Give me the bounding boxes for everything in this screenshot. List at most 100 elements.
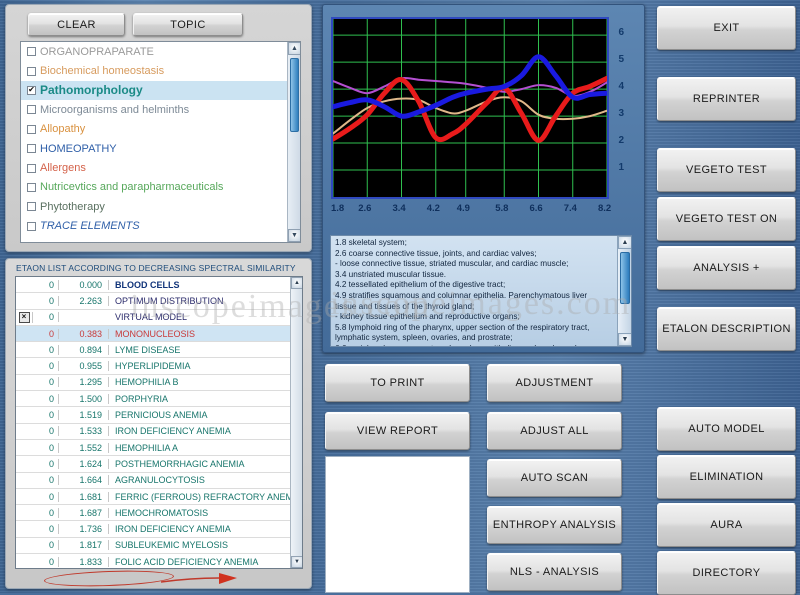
topic-item-label: Biochemical homeostasis (40, 65, 165, 78)
adjust-all-button[interactable]: ADJUST ALL (487, 412, 622, 450)
table-row[interactable]: 0 1.681 FERRIC (FERROUS) REFRACTORY ANEMIA (16, 489, 302, 506)
topic-item-1[interactable]: Biochemical homeostasis (21, 61, 300, 80)
etalon-list-title: ETAON LIST ACCORDING TO DECREASING SPECT… (16, 263, 296, 273)
clear-button[interactable]: CLEAR (28, 13, 125, 36)
legend-scrollbar[interactable]: ▲ ▼ (617, 236, 631, 346)
row-similarity-value: 1.295 (59, 377, 109, 388)
table-row[interactable]: 0 1.500 PORPHYRIA (16, 391, 302, 408)
table-row[interactable]: 0 1.833 FOLIC ACID DEFICIENCY ANEMIA (16, 554, 302, 568)
table-row[interactable]: 0 1.817 SUBLEUKEMIC MYELOSIS (16, 538, 302, 555)
scroll-down-icon[interactable]: ▼ (618, 333, 631, 346)
aura-button[interactable]: AURA (657, 503, 796, 547)
elimination-button[interactable]: ELIMINATION (657, 455, 796, 499)
row-marker[interactable]: × (16, 311, 33, 323)
legend-line-4: 4.2 tessellated epithelium of the digest… (335, 280, 506, 290)
close-icon[interactable]: × (18, 311, 30, 323)
topic-checkbox[interactable]: ✔ (27, 85, 36, 95)
topic-checkbox[interactable] (27, 47, 36, 57)
vegeto-test-on-button[interactable]: VEGETO TEST ON (657, 197, 796, 241)
topic-item-2[interactable]: ✔ Pathomorphology (21, 80, 300, 101)
enthropy-analysis-button[interactable]: ENTHROPY ANALYSIS (487, 506, 622, 544)
directory-button[interactable]: DIRECTORY (657, 551, 796, 595)
table-row[interactable]: 0 0.000 BLOOD CELLS (16, 277, 302, 294)
x-tick-label: 3.4 (392, 203, 406, 214)
topic-item-8[interactable]: Phytotherapy (21, 197, 300, 216)
row-etalon-name: SUBLEUKEMIC MYELOSIS (115, 540, 229, 551)
topic-item-4[interactable]: Allopathy (21, 120, 300, 139)
etalon-panel: ETAON LIST ACCORDING TO DECREASING SPECT… (5, 258, 312, 589)
topic-checkbox[interactable] (27, 202, 36, 212)
legend-line-0: 1.8 skeletal system; (335, 238, 407, 247)
auto-model-button[interactable]: AUTO MODEL (657, 407, 796, 451)
table-row[interactable]: 0 1.687 HEMOCHROMATOSIS (16, 505, 302, 522)
vegeto-test-button[interactable]: VEGETO TEST (657, 148, 796, 192)
table-row[interactable]: 0 1.295 HEMOPHILIA B (16, 375, 302, 392)
topic-item-label: ORGANOPRAPARATE (40, 45, 154, 58)
scroll-up-icon[interactable]: ▲ (288, 42, 300, 55)
topic-checkbox[interactable] (27, 182, 36, 192)
table-row[interactable]: 0 1.533 IRON DEFICIENCY ANEMIA (16, 424, 302, 440)
scroll-down-icon[interactable]: ▼ (291, 556, 302, 568)
table-row[interactable]: 0 1.519 PERNICIOUS ANEMIA (16, 407, 302, 424)
y-tick-label: 6 (618, 27, 624, 39)
topic-item-label: Allergens (40, 162, 86, 175)
table-row[interactable]: 0 1.552 HEMOPHILIA A (16, 440, 302, 457)
topic-list-scrollbar[interactable]: ▲ ▼ (287, 42, 300, 242)
topic-checkbox[interactable] (27, 144, 36, 154)
row-similarity-value: 1.833 (59, 556, 109, 567)
table-row[interactable]: 0 1.624 POSTHEMORRHAGIC ANEMIA (16, 456, 302, 473)
auto-scan-button[interactable]: AUTO SCAN (487, 459, 622, 497)
table-row[interactable]: 0 0.383 MONONUCLEOSIS (16, 325, 302, 343)
topic-item-9[interactable]: TRACE ELEMENTS (21, 217, 300, 236)
topic-checkbox[interactable] (27, 66, 36, 76)
topic-button[interactable]: TOPIC (133, 13, 243, 36)
legend-line-3: 3.4 unstriated muscular tissue. (335, 269, 447, 279)
scroll-up-icon[interactable]: ▲ (618, 236, 631, 249)
table-row[interactable]: 0 0.955 HYPERLIPIDEMIA (16, 358, 302, 375)
scroll-down-icon[interactable]: ▼ (288, 229, 300, 242)
row-index: 0 (33, 361, 59, 372)
row-similarity-value: 1.519 (59, 410, 109, 421)
row-etalon-name: OPTIMUM DISTRIBUTION (115, 295, 224, 306)
topic-checkbox[interactable] (27, 163, 36, 173)
adjustment-button[interactable]: ADJUSTMENT (487, 364, 622, 402)
row-etalon-name: VIRTUAL MODEL (115, 312, 188, 323)
exit-button[interactable]: EXIT (657, 6, 796, 50)
to-print-button[interactable]: TO PRINT (325, 364, 470, 402)
scroll-up-icon[interactable]: ▲ (291, 277, 302, 289)
topic-checkbox[interactable] (27, 124, 36, 134)
table-row[interactable]: 0 0.894 LYME DISEASE (16, 342, 302, 359)
row-index: 0 (33, 524, 59, 535)
view-report-button[interactable]: VIEW REPORT (325, 412, 470, 450)
row-similarity-value: 1.736 (59, 524, 109, 535)
legend-text-panel[interactable]: 1.8 skeletal system; 2.6 coarse connectiv… (330, 235, 632, 347)
topic-checkbox[interactable] (27, 221, 36, 231)
nls-analysis-button[interactable]: NLS - ANALYSIS (487, 553, 622, 591)
row-similarity-value: 1.817 (59, 540, 109, 551)
topic-item-6[interactable]: Allergens (21, 158, 300, 177)
x-tick-label: 7.4 (563, 203, 577, 214)
row-etalon-name: AGRANULOCYTOSIS (115, 475, 205, 486)
topic-checkbox[interactable] (27, 105, 36, 115)
y-tick-label: 1 (618, 162, 624, 174)
analysis-plus-button[interactable]: ANALYSIS + (657, 246, 796, 290)
topic-item-3[interactable]: Microorganisms and helminths (21, 100, 300, 119)
row-similarity-value: 1.552 (59, 442, 109, 453)
row-similarity-value: 1.664 (59, 475, 109, 486)
topic-item-0[interactable]: ORGANOPRAPARATE (21, 42, 300, 61)
scrollbar-thumb[interactable] (620, 252, 630, 304)
topic-item-7[interactable]: Nutricevtics and parapharmaceuticals (21, 178, 300, 197)
topic-item-5[interactable]: HOMEOPATHY (21, 139, 300, 158)
table-row[interactable]: 0 2.263 OPTIMUM DISTRIBUTION (16, 293, 302, 310)
table-row[interactable]: 0 1.664 AGRANULOCYTOSIS (16, 473, 302, 489)
table-row[interactable]: × 0 VIRTUAL MODEL (16, 310, 302, 326)
scrollbar-thumb[interactable] (290, 58, 299, 132)
etalon-list-grid[interactable]: 0 0.000 BLOOD CELLS 0 2.263 OPTIMUM DISTRIBUT… (15, 276, 303, 569)
table-row[interactable]: 0 1.736 IRON DEFICIENCY ANEMIA (16, 521, 302, 538)
etalon-scrollbar[interactable]: ▲ ▼ (290, 277, 302, 568)
row-index: 0 (33, 475, 59, 486)
row-etalon-name: BLOOD CELLS (115, 279, 180, 290)
topic-list[interactable]: ORGANOPRAPARATE Biochemical homeostasis ✔ P… (20, 41, 301, 243)
etalon-description-button[interactable]: ETALON DESCRIPTION (657, 307, 796, 351)
reprinter-button[interactable]: REPRINTER (657, 77, 796, 121)
